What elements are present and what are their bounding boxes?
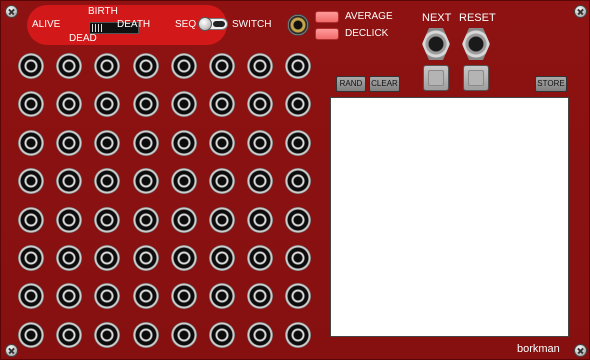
next-button[interactable] <box>423 65 449 91</box>
jack-socket-icon[interactable] <box>209 168 235 195</box>
jack-socket-icon[interactable] <box>247 321 274 348</box>
jack-socket-icon[interactable] <box>209 283 235 310</box>
reset-button[interactable] <box>463 65 489 91</box>
jack-socket-icon[interactable] <box>170 168 197 195</box>
jack-socket-icon[interactable] <box>247 206 274 233</box>
jack-socket-icon[interactable] <box>18 283 44 310</box>
jack-socket-icon[interactable] <box>18 245 44 271</box>
next-label: NEXT <box>422 12 452 24</box>
jack-socket-icon[interactable] <box>18 91 44 118</box>
jack-socket-icon[interactable] <box>285 91 312 118</box>
jack-socket-icon[interactable] <box>285 283 312 310</box>
jack-socket-icon[interactable] <box>170 129 197 156</box>
jack-socket-icon[interactable] <box>94 91 121 118</box>
jack-socket-icon[interactable] <box>132 129 159 156</box>
next-jack-icon[interactable] <box>422 28 450 60</box>
jack-socket-icon[interactable] <box>94 129 121 156</box>
jack-socket-icon[interactable] <box>209 91 235 118</box>
toggle-track-dark <box>213 21 225 27</box>
jack-socket-icon[interactable] <box>56 53 83 79</box>
jack-socket-icon[interactable] <box>18 129 44 156</box>
jack-socket-icon[interactable] <box>18 206 44 233</box>
jack-socket-icon[interactable] <box>56 168 83 195</box>
module-panel: BIRTH ALIVE DEATH DEAD SEQ SWITCH AVERAG… <box>0 0 590 360</box>
seq-label: SEQ <box>175 19 197 30</box>
jack-socket-icon[interactable] <box>247 245 274 271</box>
jack-socket-icon[interactable] <box>170 91 197 118</box>
declick-label: DECLICK <box>345 28 389 39</box>
jack-socket-icon[interactable] <box>56 283 83 310</box>
jack-socket-icon[interactable] <box>247 53 274 79</box>
jack-socket-icon[interactable] <box>285 129 312 156</box>
jack-socket-icon[interactable] <box>132 53 159 79</box>
jack-socket-icon[interactable] <box>18 53 44 79</box>
declick-button[interactable] <box>315 28 339 40</box>
jack-socket-icon[interactable] <box>94 321 121 348</box>
jack-socket-icon[interactable] <box>285 245 312 271</box>
jack-socket-icon[interactable] <box>132 321 159 348</box>
average-button[interactable] <box>315 11 339 23</box>
jack-socket-icon[interactable] <box>56 321 83 348</box>
jack-socket-icon[interactable] <box>247 283 274 310</box>
jack-socket-icon[interactable] <box>56 91 83 118</box>
dead-label: DEAD <box>69 33 97 44</box>
seq-switch-toggle[interactable] <box>198 17 228 31</box>
jack-socket-icon[interactable] <box>132 206 159 233</box>
jack-socket-icon[interactable] <box>132 283 159 310</box>
jack-socket-icon[interactable] <box>247 91 274 118</box>
jack-socket-icon[interactable] <box>247 168 274 195</box>
jack-socket-icon[interactable] <box>170 321 197 348</box>
jack-socket-icon[interactable] <box>209 53 235 79</box>
jack-socket-icon[interactable] <box>94 53 121 79</box>
gold-jack-socket-icon[interactable] <box>287 14 309 36</box>
rule-ticks <box>92 24 104 32</box>
jack-socket-icon[interactable] <box>94 206 121 233</box>
jack-socket-icon[interactable] <box>56 129 83 156</box>
jack-socket-icon[interactable] <box>170 283 197 310</box>
death-label: DEATH <box>117 19 151 30</box>
alive-label: ALIVE <box>32 19 61 30</box>
screw-icon <box>574 5 587 18</box>
jack-socket-icon[interactable] <box>209 321 235 348</box>
screw-icon <box>5 5 18 18</box>
jack-socket-icon[interactable] <box>18 168 44 195</box>
jack-socket-icon[interactable] <box>170 245 197 271</box>
jack-socket-icon[interactable] <box>170 53 197 79</box>
jack-socket-icon[interactable] <box>132 91 159 118</box>
jack-socket-icon[interactable] <box>209 129 235 156</box>
jack-socket-icon[interactable] <box>170 206 197 233</box>
switch-label: SWITCH <box>232 19 272 30</box>
jack-socket-icon[interactable] <box>285 53 312 79</box>
rule-selector: BIRTH ALIVE DEATH DEAD <box>27 5 227 45</box>
jack-socket-icon[interactable] <box>132 168 159 195</box>
jack-socket-icon[interactable] <box>247 129 274 156</box>
pattern-display[interactable] <box>330 97 569 337</box>
jack-socket-icon[interactable] <box>18 321 44 348</box>
jack-socket-icon[interactable] <box>56 245 83 271</box>
jack-socket-icon[interactable] <box>209 206 235 233</box>
clear-button[interactable]: CLEAR <box>369 76 400 92</box>
jack-socket-icon[interactable] <box>209 245 235 271</box>
jack-socket-icon[interactable] <box>94 168 121 195</box>
store-button[interactable]: STORE <box>535 76 567 92</box>
jack-socket-icon[interactable] <box>56 206 83 233</box>
reset-jack-icon[interactable] <box>462 28 490 60</box>
screw-icon <box>574 344 587 357</box>
toggle-knob <box>198 17 212 31</box>
jack-socket-icon[interactable] <box>285 168 312 195</box>
reset-label: RESET <box>459 12 496 24</box>
jack-socket-icon[interactable] <box>285 321 312 348</box>
jack-grid <box>18 53 314 349</box>
screw-icon <box>5 344 18 357</box>
average-label: AVERAGE <box>345 11 393 22</box>
jack-socket-icon[interactable] <box>94 245 121 271</box>
jack-socket-icon[interactable] <box>94 283 121 310</box>
birth-label: BIRTH <box>88 6 118 17</box>
jack-socket-icon[interactable] <box>132 245 159 271</box>
brand-label: borkman <box>517 343 560 355</box>
jack-socket-icon[interactable] <box>285 206 312 233</box>
rand-button[interactable]: RAND <box>336 76 366 92</box>
